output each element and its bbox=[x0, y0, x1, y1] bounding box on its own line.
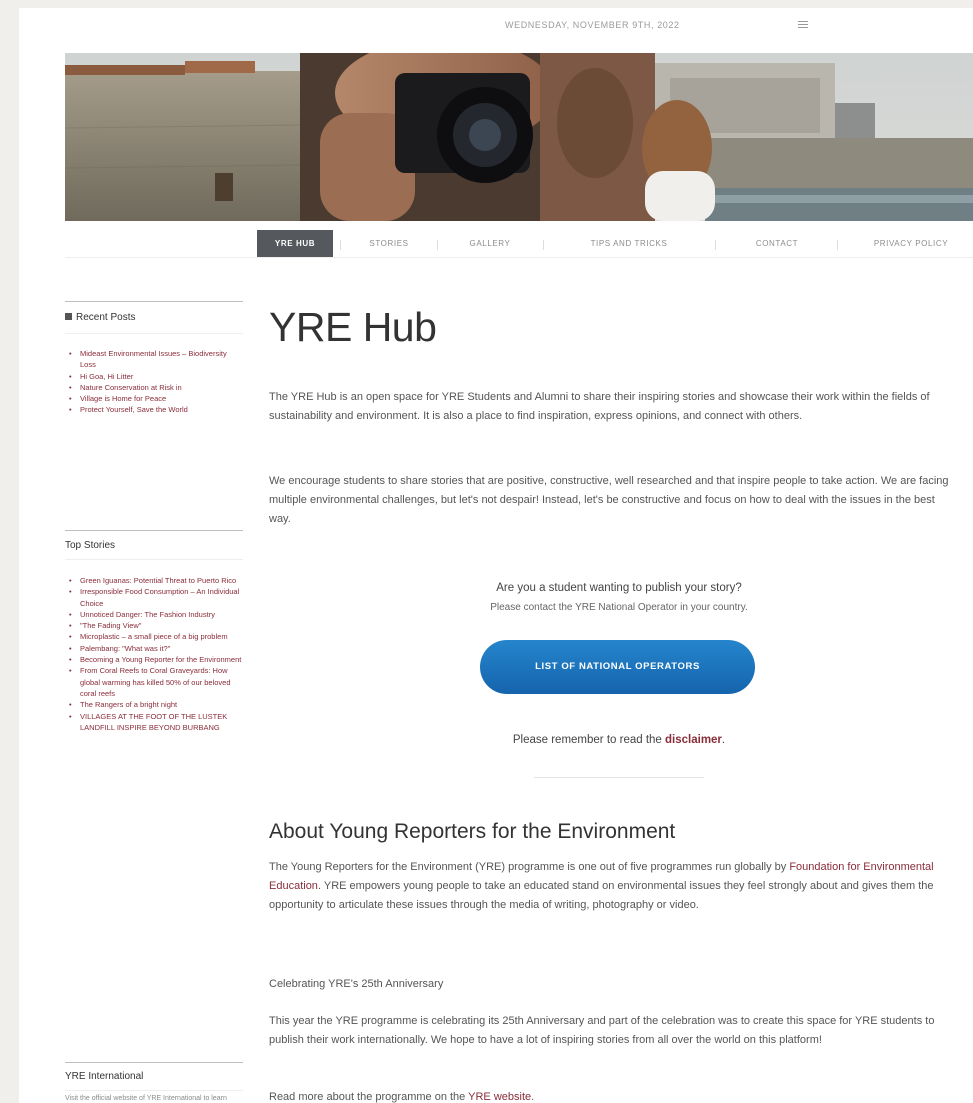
disclaimer-prefix: Please remember to read the bbox=[512, 734, 666, 746]
top-story-link[interactable]: The Rangers of a bright night bbox=[65, 699, 243, 711]
about-text-before: The Young Reporters for the Environment … bbox=[269, 861, 790, 873]
recent-post-link[interactable]: Village is Home for Peace bbox=[65, 393, 243, 405]
read-more-prefix: Read more about the programme on the bbox=[269, 1091, 469, 1103]
widget-divider bbox=[65, 559, 243, 560]
read-more-paragraph: Read more about the programme on the YRE… bbox=[269, 1088, 949, 1103]
intro-paragraph-2: We encourage students to share stories t… bbox=[269, 475, 949, 525]
top-story-link[interactable]: Unnoticed Danger: The Fashion Industry bbox=[65, 609, 243, 621]
cta-instruction: Please contact the YRE National Operator… bbox=[490, 602, 748, 613]
nav-separator bbox=[340, 240, 341, 250]
header-banner-image bbox=[65, 53, 973, 221]
celebrating-heading: Celebrating YRE's 25th Anniversary bbox=[269, 978, 444, 990]
recent-posts-title: Recent Posts bbox=[76, 312, 136, 323]
top-stories-title: Top Stories bbox=[65, 540, 116, 551]
page: WEDNESDAY, NOVEMBER 9TH, 2022 YRE HUB ST… bbox=[19, 8, 973, 1103]
menu-icon[interactable] bbox=[798, 21, 808, 29]
page-title: YRE Hub bbox=[269, 304, 437, 350]
top-stories-list: Green Iguanas: Potential Threat to Puert… bbox=[65, 575, 243, 733]
main-navigation: YRE HUB STORIES GALLERY TIPS AND TRICKS … bbox=[19, 220, 973, 258]
nav-separator bbox=[543, 240, 544, 250]
disclaimer-link[interactable]: disclaimer bbox=[665, 734, 722, 746]
intro-paragraph-1: The YRE Hub is an open space for YRE Stu… bbox=[269, 391, 930, 422]
recent-post-link[interactable]: Hi Goa, Hi Litter bbox=[65, 371, 243, 383]
celebrating-paragraph: This year the YRE programme is celebrati… bbox=[269, 1015, 935, 1046]
nav-item-gallery[interactable]: GALLERY bbox=[449, 230, 531, 258]
top-story-link[interactable]: Irresponsible Food Consumption – An Indi… bbox=[65, 586, 243, 609]
disclaimer-note: Please remember to read the disclaimer. bbox=[269, 734, 969, 746]
widget-rule bbox=[65, 1062, 243, 1063]
recent-posts-widget-title: Recent Posts bbox=[65, 312, 135, 323]
nav-separator bbox=[837, 240, 838, 250]
nav-item-contact[interactable]: CONTACT bbox=[727, 230, 827, 258]
yre-international-text: Visit the official website of YRE Intern… bbox=[65, 1095, 227, 1102]
top-bar: WEDNESDAY, NOVEMBER 9TH, 2022 bbox=[19, 8, 973, 48]
disclaimer-suffix: . bbox=[721, 734, 726, 746]
nav-item-stories[interactable]: STORIES bbox=[349, 230, 429, 258]
top-story-link[interactable]: "The Fading View" bbox=[65, 620, 243, 632]
nav-item-privacy-policy[interactable]: PRIVACY POLICY bbox=[849, 230, 973, 258]
widget-divider bbox=[65, 1090, 243, 1091]
recent-post-link[interactable]: Mideast Environmental Issues – Biodivers… bbox=[65, 348, 243, 371]
nav-separator bbox=[715, 240, 716, 250]
recent-post-link[interactable]: Protect Yourself, Save the World bbox=[65, 404, 243, 416]
top-story-link[interactable]: Green Iguanas: Potential Threat to Puert… bbox=[65, 575, 243, 587]
top-story-link[interactable]: Becoming a Young Reporter for the Enviro… bbox=[65, 654, 243, 666]
top-story-link[interactable]: Palembang: "What was it?" bbox=[65, 643, 243, 655]
top-story-link[interactable]: From Coral Reefs to Coral Graveyards: Ho… bbox=[65, 665, 243, 699]
widget-rule bbox=[65, 530, 243, 531]
widget-divider bbox=[65, 333, 243, 334]
posts-icon bbox=[65, 313, 72, 320]
yre-international-title: YRE International bbox=[65, 1071, 144, 1082]
nav-item-tips-and-tricks[interactable]: TIPS AND TRICKS bbox=[559, 230, 699, 258]
section-divider bbox=[534, 777, 704, 778]
nav-item-yre-hub[interactable]: YRE HUB bbox=[257, 230, 333, 258]
about-text-after: . YRE empowers young people to take an e… bbox=[269, 880, 934, 911]
widget-rule bbox=[65, 301, 243, 302]
top-story-link[interactable]: Microplastic – a small piece of a big pr… bbox=[65, 631, 243, 643]
about-heading: About Young Reporters for the Environmen… bbox=[269, 820, 676, 843]
recent-post-link[interactable]: Nature Conservation at Risk in bbox=[65, 382, 243, 394]
top-story-link[interactable]: VILLAGES AT THE FOOT OF THE LUSTEK LANDF… bbox=[65, 711, 243, 734]
read-more-suffix: . bbox=[531, 1091, 535, 1103]
nav-separator bbox=[437, 240, 438, 250]
yre-website-link[interactable]: YRE website bbox=[468, 1091, 531, 1103]
list-of-national-operators-button[interactable]: LIST OF NATIONAL OPERATORS bbox=[480, 640, 755, 694]
nav-divider bbox=[65, 257, 973, 258]
about-paragraph: The Young Reporters for the Environment … bbox=[269, 858, 949, 915]
header-date: WEDNESDAY, NOVEMBER 9TH, 2022 bbox=[505, 20, 680, 30]
recent-posts-list: Mideast Environmental Issues – Biodivers… bbox=[65, 348, 243, 416]
cta-question: Are you a student wanting to publish you… bbox=[496, 582, 742, 594]
